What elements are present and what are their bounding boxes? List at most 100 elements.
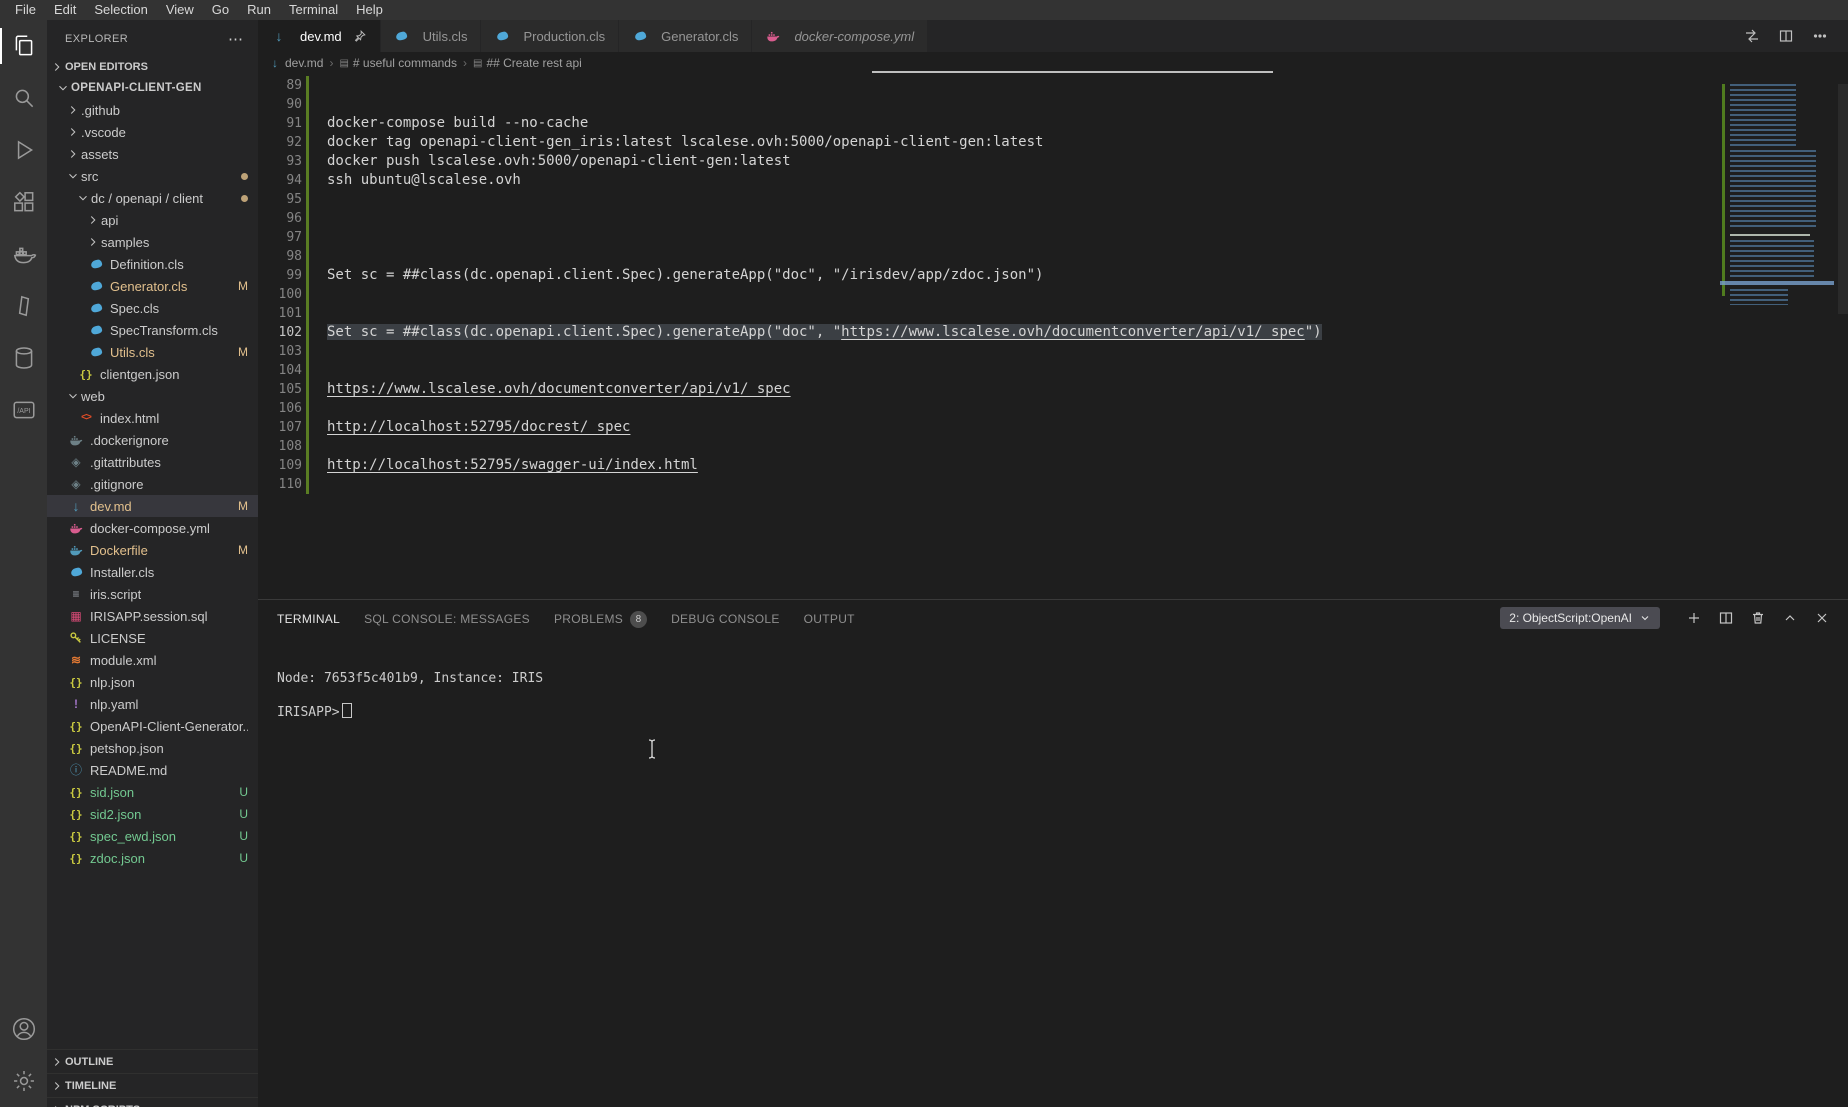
minimap[interactable]: [1722, 84, 1832, 324]
tree-item-dockerignore[interactable]: .dockerignore: [47, 429, 258, 451]
panel-tab-terminal[interactable]: TERMINAL: [277, 612, 340, 626]
code-line-93[interactable]: docker push lscalese.ovh:5000/openapi-cl…: [327, 152, 1716, 171]
panel-tab-output[interactable]: OUTPUT: [804, 612, 855, 626]
tree-item-generator-cls[interactable]: Generator.clsM: [47, 275, 258, 297]
tree-item-openapi-client-generator[interactable]: {}OpenAPI-Client-Generator....: [47, 715, 258, 737]
tab-dev-md[interactable]: ↓dev.md: [258, 20, 381, 52]
tree-item-license[interactable]: LICENSE: [47, 627, 258, 649]
code-line-90[interactable]: [327, 95, 1716, 114]
tree-item-api[interactable]: api: [47, 209, 258, 231]
more-actions-icon[interactable]: [1811, 28, 1828, 45]
breadcrumb-item-useful-commands[interactable]: ▤# useful commands: [339, 56, 457, 70]
panel-tab-debug-console[interactable]: DEBUG CONSOLE: [671, 612, 780, 626]
close-panel-icon[interactable]: [1813, 610, 1830, 627]
tree-item-gitignore[interactable]: ◈.gitignore: [47, 473, 258, 495]
tab-generator-cls[interactable]: Generator.cls: [619, 20, 752, 52]
code-line-103[interactable]: [327, 342, 1716, 361]
tree-item-iris-script[interactable]: ≡iris.script: [47, 583, 258, 605]
code-line-107[interactable]: http://localhost:52795/docrest/_spec: [327, 418, 1716, 437]
terminal-output[interactable]: Node: 7653f5c401b9, Instance: IRIS IRISA…: [277, 671, 543, 721]
tree-item-readme-md[interactable]: ⓘREADME.md: [47, 759, 258, 781]
settings-gear-icon[interactable]: [0, 1055, 47, 1107]
tree-item-nlp-json[interactable]: {}nlp.json: [47, 671, 258, 693]
tree-item-petshop-json[interactable]: {}petshop.json: [47, 737, 258, 759]
tree-item-web[interactable]: web: [47, 385, 258, 407]
code-line-110[interactable]: [327, 475, 1716, 494]
tree-item-dc-openapi-client[interactable]: dc / openapi / client: [47, 187, 258, 209]
code-link[interactable]: https://www.lscalese.ovh/documentconvert…: [327, 381, 791, 397]
code-link[interactable]: http://localhost:52795/swagger-ui/index.…: [327, 457, 698, 473]
code-line-89[interactable]: [327, 76, 1716, 95]
tree-item-openapi-client-gen[interactable]: OPENAPI-CLIENT-GEN: [47, 77, 258, 99]
tree-item-dev-md[interactable]: ↓dev.mdM: [47, 495, 258, 517]
tree-item-zdoc-json[interactable]: {}zdoc.jsonU: [47, 847, 258, 869]
tree-item-vscode[interactable]: .vscode: [47, 121, 258, 143]
menu-view[interactable]: View: [157, 0, 203, 20]
tree-item-clientgen-json[interactable]: {}clientgen.json: [47, 363, 258, 385]
editor-scrollbar[interactable]: [1838, 84, 1848, 314]
more-actions-icon[interactable]: ⋯: [228, 30, 244, 48]
menu-run[interactable]: Run: [238, 0, 280, 20]
split-editor-icon[interactable]: [1777, 28, 1794, 45]
code-line-102[interactable]: Set sc = ##class(dc.openapi.client.Spec)…: [327, 323, 1716, 342]
editor[interactable]: 8990919293949596979899100101102103104105…: [258, 74, 1848, 599]
code-line-105[interactable]: https://www.lscalese.ovh/documentconvert…: [327, 380, 1716, 399]
code-line-96[interactable]: [327, 209, 1716, 228]
api-icon[interactable]: /API: [0, 384, 47, 436]
tree-item-nlp-yaml[interactable]: !nlp.yaml: [47, 693, 258, 715]
tree-item-irisapp-session-sql[interactable]: ▦IRISAPP.session.sql: [47, 605, 258, 627]
menu-terminal[interactable]: Terminal: [280, 0, 347, 20]
new-terminal-icon[interactable]: [1685, 610, 1702, 627]
search-icon[interactable]: [0, 72, 47, 124]
breadcrumb-item-create-rest-api[interactable]: ▤## Create rest api: [473, 56, 582, 70]
menu-help[interactable]: Help: [347, 0, 392, 20]
tree-item-github[interactable]: .github: [47, 99, 258, 121]
split-terminal-icon[interactable]: [1717, 610, 1734, 627]
panel-tab-problems[interactable]: PROBLEMS8: [554, 611, 647, 628]
tree-item-module-xml[interactable]: ≋module.xml: [47, 649, 258, 671]
code-line-106[interactable]: [327, 399, 1716, 418]
code-line-108[interactable]: [327, 437, 1716, 456]
code-link[interactable]: http://localhost:52795/docrest/_spec: [327, 419, 630, 435]
objectscript-icon[interactable]: [0, 280, 47, 332]
tree-item-definition-cls[interactable]: Definition.cls: [47, 253, 258, 275]
tree-item-sid-json[interactable]: {}sid.jsonU: [47, 781, 258, 803]
code-link[interactable]: https://www.lscalese.ovh/documentconvert…: [841, 324, 1305, 340]
tree-item-samples[interactable]: samples: [47, 231, 258, 253]
panel-tab-sql-console-messages[interactable]: SQL CONSOLE: MESSAGES: [364, 612, 530, 626]
kill-terminal-icon[interactable]: [1749, 610, 1766, 627]
open-editors-section[interactable]: OPEN EDITORS: [47, 57, 258, 77]
tree-item-dockerfile[interactable]: DockerfileM: [47, 539, 258, 561]
menu-edit[interactable]: Edit: [45, 0, 85, 20]
section-timeline[interactable]: TIMELINE: [47, 1073, 258, 1097]
tree-item-spectransform-cls[interactable]: SpecTransform.cls: [47, 319, 258, 341]
code-area[interactable]: docker-compose build --no-cachedocker ta…: [327, 76, 1716, 494]
tree-item-installer-cls[interactable]: Installer.cls: [47, 561, 258, 583]
breadcrumb-item-dev-md[interactable]: ↓dev.md: [272, 56, 323, 70]
tree-item-utils-cls[interactable]: Utils.clsM: [47, 341, 258, 363]
database-icon[interactable]: [0, 332, 47, 384]
code-line-109[interactable]: http://localhost:52795/swagger-ui/index.…: [327, 456, 1716, 475]
account-icon[interactable]: [0, 1003, 47, 1055]
files-icon[interactable]: [0, 20, 47, 72]
code-line-98[interactable]: [327, 247, 1716, 266]
open-changes-icon[interactable]: [1743, 28, 1760, 45]
tree-item-src[interactable]: src: [47, 165, 258, 187]
tab-utils-cls[interactable]: Utils.cls: [381, 20, 482, 52]
code-line-91[interactable]: docker-compose build --no-cache: [327, 114, 1716, 133]
code-line-99[interactable]: Set sc = ##class(dc.openapi.client.Spec)…: [327, 266, 1716, 285]
tree-item-spec-ewd-json[interactable]: {}spec_ewd.jsonU: [47, 825, 258, 847]
tree-item-gitattributes[interactable]: ◈.gitattributes: [47, 451, 258, 473]
section-outline[interactable]: OUTLINE: [47, 1049, 258, 1073]
code-line-100[interactable]: [327, 285, 1716, 304]
code-line-104[interactable]: [327, 361, 1716, 380]
code-line-101[interactable]: [327, 304, 1716, 323]
code-line-92[interactable]: docker tag openapi-client-gen_iris:lates…: [327, 133, 1716, 152]
tab-docker-compose-yml[interactable]: docker-compose.yml: [752, 20, 928, 52]
menu-go[interactable]: Go: [203, 0, 238, 20]
menu-file[interactable]: File: [6, 0, 45, 20]
tree-item-assets[interactable]: assets: [47, 143, 258, 165]
run-debug-icon[interactable]: [0, 124, 47, 176]
tree-item-index-html[interactable]: <>index.html: [47, 407, 258, 429]
extensions-icon[interactable]: [0, 176, 47, 228]
